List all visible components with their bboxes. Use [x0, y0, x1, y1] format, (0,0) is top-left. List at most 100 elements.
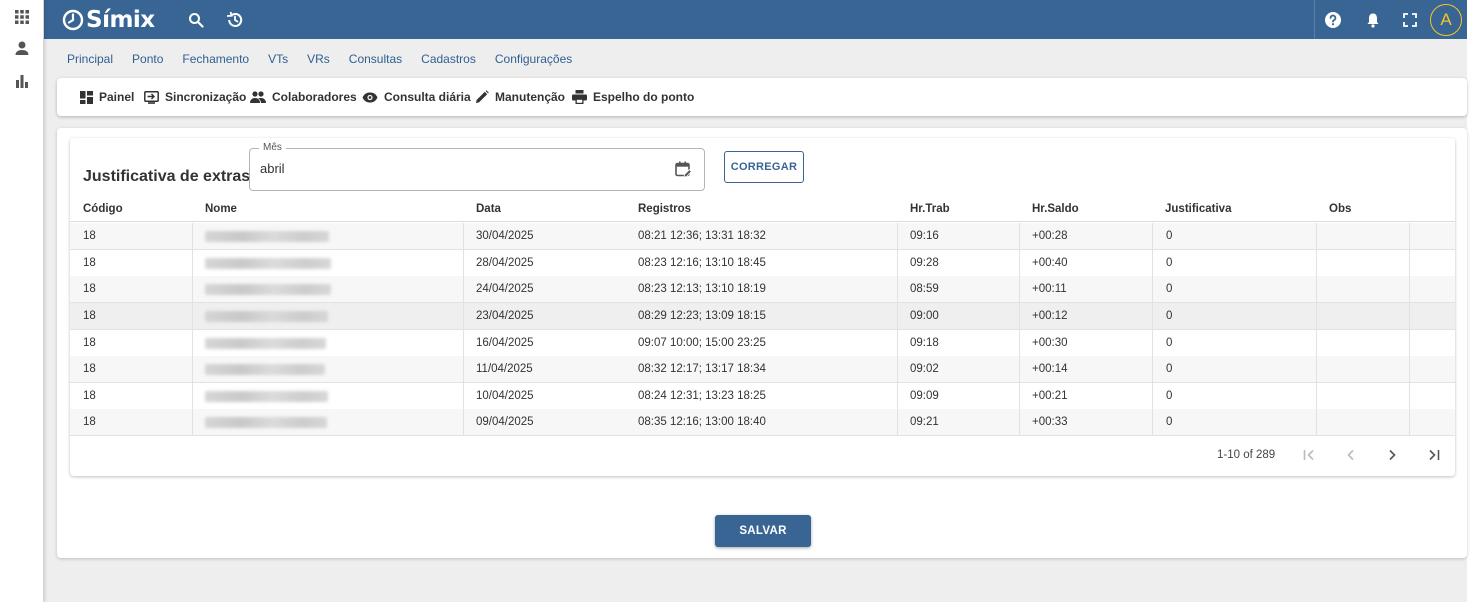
- month-field[interactable]: Mês: [249, 142, 705, 191]
- cell-data: 11/04/2025: [476, 363, 533, 375]
- col-obs[interactable]: Obs: [1329, 203, 1351, 215]
- consulta-diaria-button[interactable]: Consulta diária: [362, 89, 471, 105]
- next-page-icon[interactable]: [1382, 445, 1402, 465]
- name-redacted: [205, 364, 325, 375]
- colaboradores-button[interactable]: Colaboradores: [250, 89, 357, 105]
- cell-registros: 08:35 12:16; 13:00 18:40: [638, 416, 766, 428]
- cell-data: 16/04/2025: [476, 337, 534, 349]
- clock-logo-icon: [62, 9, 84, 31]
- cell-justificativa[interactable]: 0: [1166, 409, 1172, 435]
- cell-codigo: 18: [83, 310, 96, 322]
- cell-codigo: 18: [83, 416, 96, 428]
- cell-justificativa[interactable]: 0: [1166, 383, 1172, 409]
- col-registros[interactable]: Registros: [638, 203, 691, 215]
- cell-registros: 08:24 12:31; 13:23 18:25: [638, 390, 766, 402]
- cell-hrtrab: 09:09: [910, 390, 939, 402]
- apps-grid-icon[interactable]: [12, 7, 32, 27]
- menu-item-principal[interactable]: Principal: [67, 52, 113, 68]
- col-data[interactable]: Data: [476, 203, 501, 215]
- manutencao-button[interactable]: Manutenção: [475, 89, 565, 105]
- cell-hrsaldo: +00:12: [1032, 310, 1068, 322]
- menu-item-vts[interactable]: VTs: [268, 52, 288, 68]
- app-logo[interactable]: Símix: [62, 6, 155, 34]
- cell-data: 28/04/2025: [476, 257, 534, 269]
- menu-item-cadastros[interactable]: Cadastros: [421, 52, 476, 68]
- menu-item-configuracoes[interactable]: Configurações: [495, 52, 572, 68]
- cell-hrtrab: 09:18: [910, 337, 939, 349]
- consulta-diaria-label: Consulta diária: [384, 90, 471, 104]
- menu-item-vrs[interactable]: VRs: [307, 52, 330, 68]
- sincronizacao-button[interactable]: Sincronização: [144, 89, 246, 105]
- cell-hrtrab: 09:02: [910, 363, 939, 375]
- last-page-icon[interactable]: [1424, 445, 1444, 465]
- cell-hrsaldo: +00:40: [1032, 257, 1068, 269]
- col-hrsaldo[interactable]: Hr.Saldo: [1032, 203, 1079, 215]
- dashboard-icon: [80, 90, 93, 104]
- help-icon[interactable]: [1323, 10, 1343, 30]
- save-button[interactable]: SALVAR: [715, 515, 811, 547]
- menu-item-consultas[interactable]: Consultas: [349, 52, 402, 68]
- sync-icon: [144, 90, 159, 104]
- table-row[interactable]: 18 23/04/2025 08:29 12:23; 13:09 18:15 0…: [70, 303, 1455, 330]
- cell-data: 30/04/2025: [476, 230, 534, 242]
- col-hrtrab[interactable]: Hr.Trab: [910, 203, 950, 215]
- cell-data: 24/04/2025: [476, 283, 534, 295]
- main-menu: Principal Ponto Fechamento VTs VRs Consu…: [57, 52, 581, 68]
- person-icon[interactable]: [12, 38, 32, 58]
- corregar-button[interactable]: CORREGAR: [724, 151, 804, 183]
- espelho-ponto-button[interactable]: Espelho do ponto: [572, 89, 694, 105]
- people-icon: [250, 91, 266, 103]
- avatar[interactable]: A: [1430, 4, 1462, 36]
- table-row[interactable]: 18 16/04/2025 09:07 10:00; 15:00 23:25 0…: [70, 330, 1455, 357]
- painel-button[interactable]: Painel: [80, 89, 134, 105]
- cell-hrsaldo: +00:33: [1032, 416, 1068, 428]
- month-input[interactable]: [260, 161, 660, 176]
- menu-item-ponto[interactable]: Ponto: [132, 52, 163, 68]
- bell-icon[interactable]: [1363, 10, 1383, 30]
- table-row[interactable]: 18 10/04/2025 08:24 12:31; 13:23 18:25 0…: [70, 383, 1455, 410]
- painel-label: Painel: [99, 90, 135, 104]
- cell-hrsaldo: +00:11: [1032, 283, 1067, 295]
- cell-justificativa[interactable]: 0: [1166, 356, 1172, 382]
- cell-hrsaldo: +00:14: [1032, 363, 1068, 375]
- cell-codigo: 18: [83, 363, 96, 375]
- cell-justificativa[interactable]: 0: [1166, 330, 1172, 356]
- cell-codigo: 18: [83, 257, 96, 269]
- table-row[interactable]: 18 28/04/2025 08:23 12:16; 13:10 18:45 0…: [70, 250, 1455, 277]
- table-row[interactable]: 18 24/04/2025 08:23 12:13; 13:10 18:19 0…: [70, 276, 1455, 303]
- first-page-icon[interactable]: [1299, 445, 1319, 465]
- cell-justificativa[interactable]: 0: [1166, 303, 1172, 329]
- sub-toolbar: Painel Sincronização Colaboradores Consu…: [57, 78, 1467, 116]
- col-nome[interactable]: Nome: [205, 203, 237, 215]
- table-row[interactable]: 18 11/04/2025 08:32 12:17; 13:17 18:34 0…: [70, 356, 1455, 383]
- bar-chart-icon[interactable]: [12, 71, 32, 91]
- history-icon[interactable]: [225, 10, 245, 30]
- cell-justificativa[interactable]: 0: [1166, 250, 1172, 276]
- table-row[interactable]: 18 09/04/2025 08:35 12:16; 13:00 18:40 0…: [70, 409, 1455, 436]
- menu-item-fechamento[interactable]: Fechamento: [182, 52, 249, 68]
- cell-justificativa[interactable]: 0: [1166, 276, 1172, 302]
- cell-registros: 08:29 12:23; 13:09 18:15: [638, 310, 766, 322]
- side-rail: [0, 0, 44, 602]
- name-redacted: [205, 231, 329, 242]
- name-redacted: [205, 284, 331, 295]
- scrollbar-gutter: [1467, 0, 1483, 602]
- cell-registros: 08:21 12:36; 13:31 18:32: [638, 230, 766, 242]
- cell-data: 10/04/2025: [476, 390, 534, 402]
- name-redacted: [205, 311, 328, 322]
- previous-page-icon[interactable]: [1341, 445, 1361, 465]
- table-row[interactable]: 18 30/04/2025 08:21 12:36; 13:31 18:32 0…: [70, 223, 1455, 250]
- name-redacted: [205, 258, 331, 269]
- cell-justificativa[interactable]: 0: [1166, 223, 1172, 249]
- calendar-edit-icon[interactable]: [675, 161, 692, 183]
- cell-registros: 08:32 12:17; 13:17 18:34: [638, 363, 766, 375]
- name-redacted: [205, 338, 326, 349]
- month-field-label: Mês: [259, 142, 286, 153]
- col-justificativa[interactable]: Justificativa: [1165, 203, 1231, 215]
- fullscreen-icon[interactable]: [1400, 10, 1420, 30]
- cell-registros: 08:23 12:13; 13:10 18:19: [638, 283, 766, 295]
- cell-data: 09/04/2025: [476, 416, 534, 428]
- search-icon[interactable]: [186, 10, 206, 30]
- cell-registros: 09:07 10:00; 15:00 23:25: [638, 337, 766, 349]
- col-codigo[interactable]: Código: [83, 203, 123, 215]
